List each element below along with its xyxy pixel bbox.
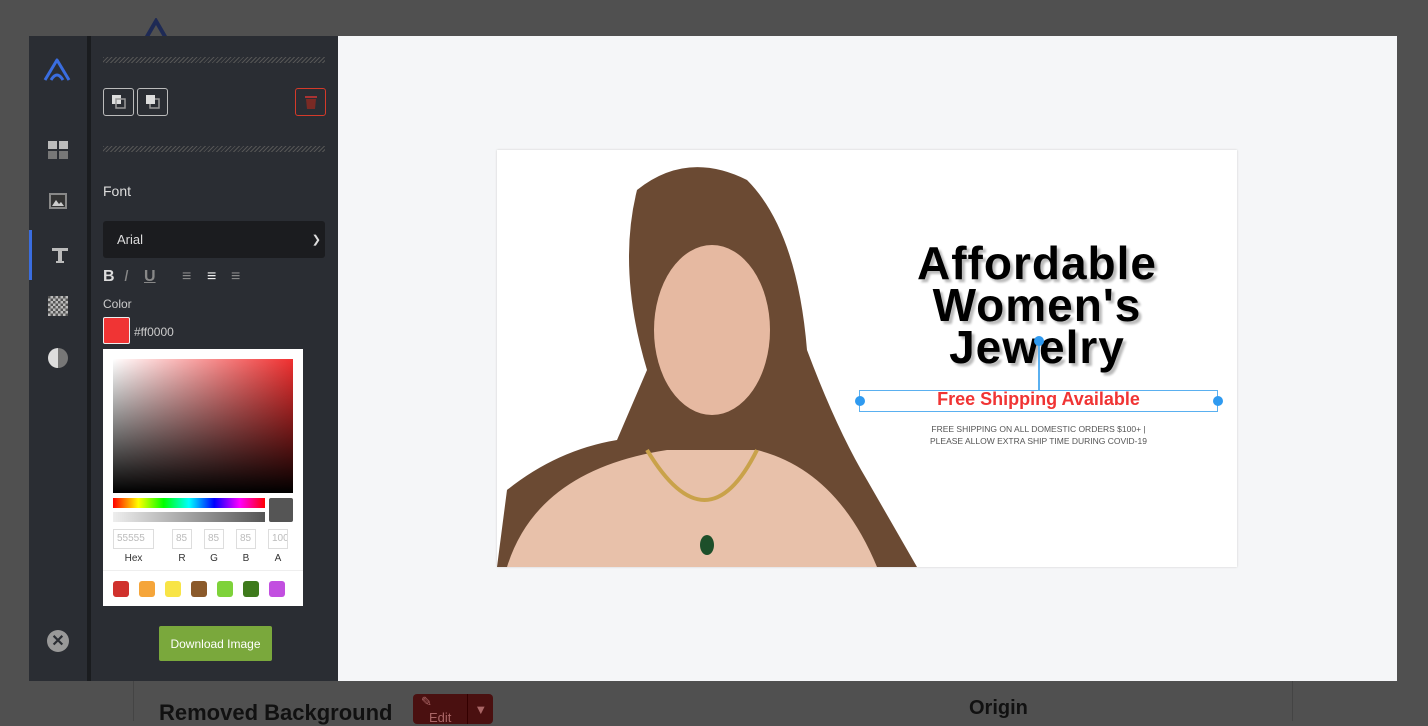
image-icon (49, 193, 67, 209)
properties-panel: Font Arial ❯ B I U ≡ ≡ ≡ Color #ff0000 55… (91, 36, 342, 681)
bring-forward-icon (145, 95, 160, 109)
caret-down-icon[interactable]: ▼ (467, 694, 493, 724)
b-label: B (242, 553, 250, 564)
chevron-down-icon: ❯ (311, 234, 321, 246)
text-icon (51, 248, 68, 263)
preset-swatch[interactable] (165, 581, 181, 597)
font-value: Arial (117, 232, 144, 247)
preset-swatch[interactable] (113, 581, 129, 597)
color-swatch[interactable] (103, 317, 130, 344)
color-picker: 55555 85 85 85 100 Hex R G B A (103, 349, 303, 606)
tool-rail: ✕ (29, 36, 87, 681)
italic-button[interactable]: I (124, 268, 128, 286)
transparency-icon (48, 296, 68, 316)
rail-item-image[interactable] (29, 176, 87, 226)
rail-item-layout[interactable] (29, 125, 87, 175)
preset-swatch[interactable] (139, 581, 155, 597)
trash-icon (304, 96, 317, 109)
alpha-slider[interactable] (113, 512, 265, 522)
preset-swatch[interactable] (269, 581, 285, 597)
g-input[interactable]: 85 (204, 529, 224, 549)
color-preview (269, 498, 293, 522)
layout-icon (48, 141, 68, 159)
send-backward-icon (111, 95, 126, 109)
a-label: A (274, 553, 282, 564)
download-image-button[interactable]: Download Image (159, 626, 272, 661)
hex-input[interactable]: 55555 (113, 529, 154, 549)
g-label: G (210, 553, 218, 564)
headline-text[interactable]: Affordable Women's Jewelry (857, 237, 1217, 373)
rotate-stem (1038, 342, 1040, 390)
subtext[interactable]: FREE SHIPPING ON ALL DOMESTIC ORDERS $10… (859, 423, 1218, 447)
hex-label: Hex (124, 553, 143, 564)
subtext-line: PLEASE ALLOW EXTRA SHIP TIME DURING COVI… (930, 436, 1147, 446)
send-backward-button[interactable] (103, 88, 134, 116)
rail-item-transparency[interactable] (29, 281, 87, 331)
image-editor-modal: ✕ Font Arial ❯ B I U ≡ ≡ ≡ Color #ff0000 … (29, 36, 1397, 681)
headline-line: Jewelry (949, 321, 1125, 373)
background-section-title: Removed Background (159, 700, 393, 725)
color-label: Color (103, 297, 132, 311)
color-value: #ff0000 (134, 325, 174, 339)
a-input[interactable]: 100 (268, 529, 288, 549)
delete-button[interactable] (295, 88, 326, 116)
design-canvas[interactable]: Affordable Women's Jewelry Free Shipping A… (497, 150, 1237, 567)
subtext-line: FREE SHIPPING ON ALL DOMESTIC ORDERS $10… (931, 424, 1146, 434)
rail-item-contrast[interactable] (29, 333, 87, 383)
align-center-button[interactable]: ≡ (207, 268, 216, 286)
headline-line: Affordable (917, 237, 1157, 289)
divider (103, 570, 303, 571)
resize-handle-left[interactable] (855, 396, 865, 406)
font-select[interactable]: Arial ❯ (103, 221, 325, 258)
divider (103, 146, 325, 152)
canvas-area: Affordable Women's Jewelry Free Shipping A… (338, 36, 1397, 681)
preset-swatch[interactable] (217, 581, 233, 597)
bring-forward-button[interactable] (137, 88, 168, 116)
close-button[interactable]: ✕ (29, 616, 87, 666)
align-left-button[interactable]: ≡ (182, 268, 191, 286)
r-input[interactable]: 85 (172, 529, 192, 549)
selected-text[interactable]: Free Shipping Available (859, 389, 1218, 410)
preset-swatch[interactable] (243, 581, 259, 597)
hue-slider[interactable] (113, 498, 265, 508)
headline-line: Women's (932, 279, 1142, 331)
font-label: Font (103, 183, 132, 199)
background-edit-button[interactable]: ✎ Edit ▼ (413, 694, 493, 725)
edit-label: Edit (429, 709, 452, 725)
bold-button[interactable]: B (103, 268, 115, 286)
saturation-area[interactable] (113, 359, 293, 493)
align-right-button[interactable]: ≡ (231, 268, 240, 286)
contrast-icon (48, 348, 68, 368)
rail-item-text[interactable] (29, 230, 87, 280)
preset-swatch[interactable] (191, 581, 207, 597)
resize-handle-right[interactable] (1213, 396, 1223, 406)
b-input[interactable]: 85 (236, 529, 256, 549)
underline-button[interactable]: U (144, 268, 156, 286)
divider (103, 57, 325, 63)
close-icon: ✕ (47, 630, 69, 652)
r-label: R (178, 553, 186, 564)
rotate-handle[interactable] (1034, 336, 1044, 346)
app-logo-icon (43, 58, 71, 81)
